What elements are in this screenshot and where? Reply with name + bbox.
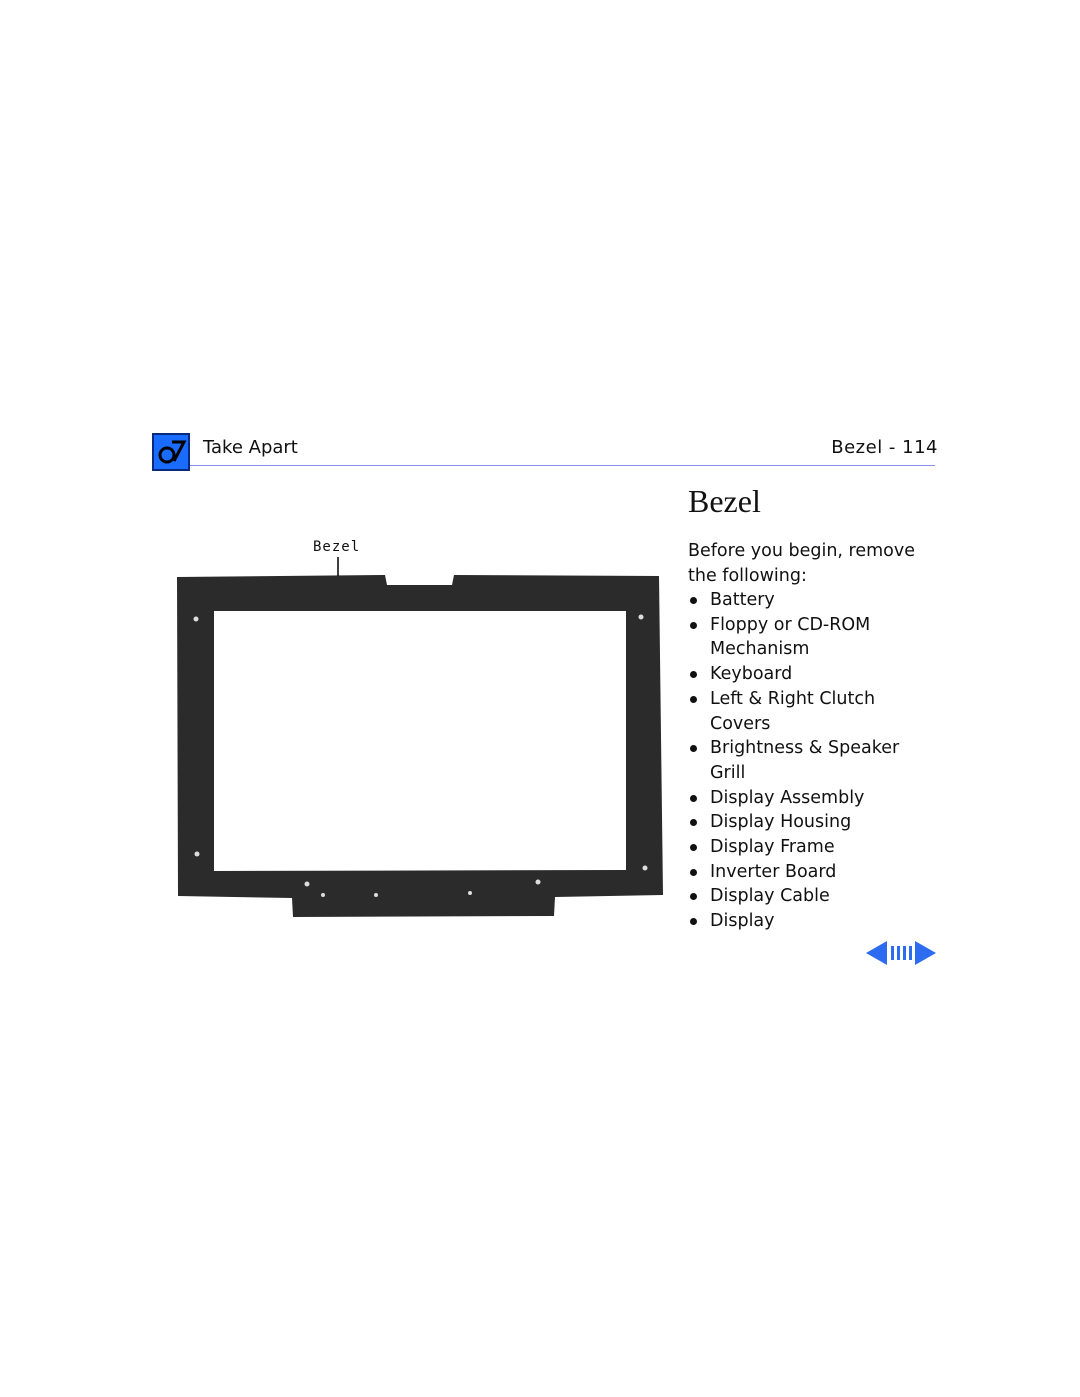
list-item: Display Housing bbox=[688, 810, 928, 835]
prerequisite-list: Battery Floppy or CD-ROM Mechanism Keybo… bbox=[688, 588, 928, 934]
take-apart-wrench-icon bbox=[152, 433, 190, 471]
list-item: Display Assembly bbox=[688, 786, 928, 811]
list-item: Floppy or CD-ROM Mechanism bbox=[688, 613, 928, 662]
list-item: Display Cable bbox=[688, 884, 928, 909]
list-item: Display bbox=[688, 909, 928, 934]
bezel-callout-label: Bezel bbox=[313, 539, 361, 555]
page-navigation bbox=[866, 941, 936, 965]
header-divider bbox=[190, 465, 935, 466]
page-bars-icon[interactable] bbox=[891, 946, 912, 960]
list-item: Left & Right Clutch Covers bbox=[688, 687, 928, 736]
page-reference: Bezel - 114 bbox=[831, 437, 938, 458]
list-item: Keyboard bbox=[688, 662, 928, 687]
list-item: Battery bbox=[688, 588, 928, 613]
section-title: Take Apart bbox=[203, 437, 298, 458]
right-arrow-icon[interactable] bbox=[915, 941, 936, 965]
bezel-illustration bbox=[177, 557, 663, 917]
list-item: Display Frame bbox=[688, 835, 928, 860]
intro-text: Before you begin, remove the following: bbox=[688, 541, 916, 586]
page-title: Bezel bbox=[688, 483, 761, 519]
left-arrow-icon[interactable] bbox=[866, 941, 887, 965]
list-item: Inverter Board bbox=[688, 860, 928, 885]
list-item: Brightness & Speaker Grill bbox=[688, 736, 928, 785]
